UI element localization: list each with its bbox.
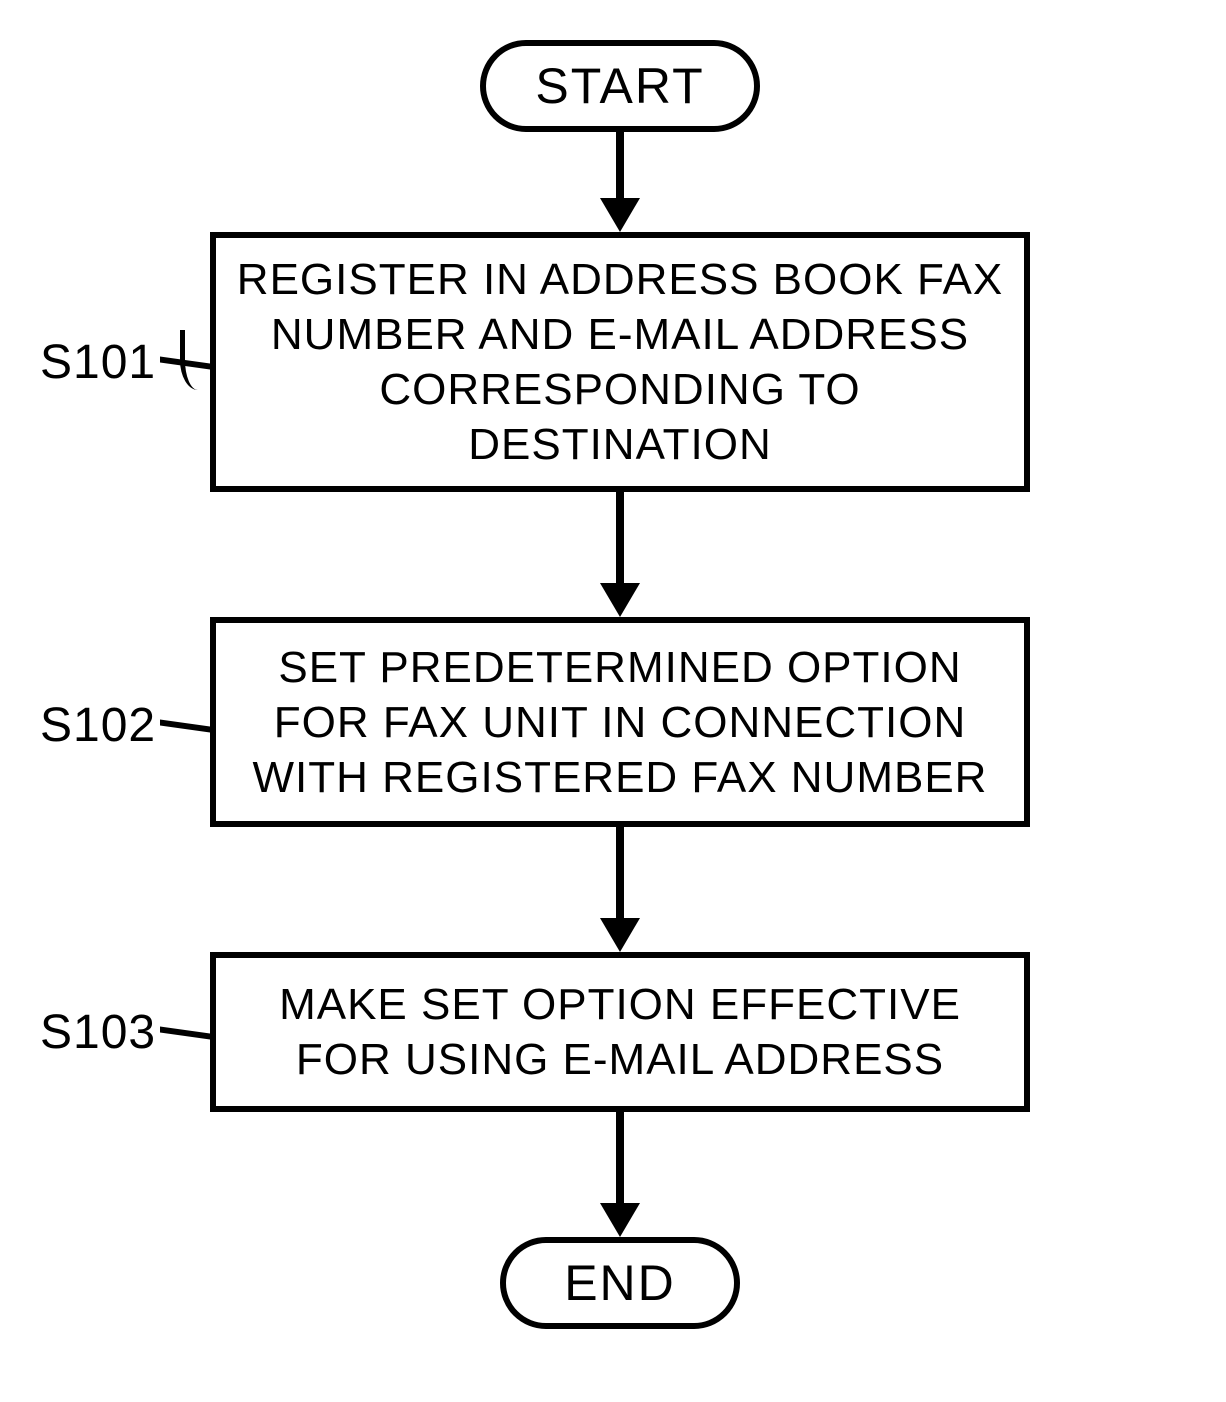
step-label-s101: S101 [40, 335, 156, 390]
arrow-s103-end [616, 1112, 624, 1207]
arrow-head-s103-end [600, 1203, 640, 1237]
arrow-start-s101 [616, 132, 624, 202]
process-s101-text: REGISTER IN ADDRESS BOOK FAX NUMBER AND … [234, 252, 1006, 472]
tick-s102 [160, 719, 210, 732]
tick-s103 [160, 1026, 210, 1039]
process-s103-text: MAKE SET OPTION EFFECTIVE FOR USING E-MA… [234, 977, 1006, 1087]
flowchart-canvas: START REGISTER IN ADDRESS BOOK FAX NUMBE… [0, 0, 1226, 1402]
process-s102-text: SET PREDETERMINED OPTION FOR FAX UNIT IN… [234, 640, 1006, 805]
process-s103: MAKE SET OPTION EFFECTIVE FOR USING E-MA… [210, 952, 1030, 1112]
terminator-start-label: START [535, 57, 704, 115]
step-label-s103: S103 [40, 1005, 156, 1060]
terminator-start: START [480, 40, 760, 132]
arrow-s101-s102 [616, 492, 624, 587]
terminator-end: END [500, 1237, 740, 1329]
arrow-head-start-s101 [600, 198, 640, 232]
process-s101: REGISTER IN ADDRESS BOOK FAX NUMBER AND … [210, 232, 1030, 492]
process-s102: SET PREDETERMINED OPTION FOR FAX UNIT IN… [210, 617, 1030, 827]
arrow-s102-s103 [616, 827, 624, 922]
arrow-head-s101-s102 [600, 583, 640, 617]
step-label-s102: S102 [40, 698, 156, 753]
arrow-head-s102-s103 [600, 918, 640, 952]
terminator-end-label: END [564, 1254, 676, 1312]
